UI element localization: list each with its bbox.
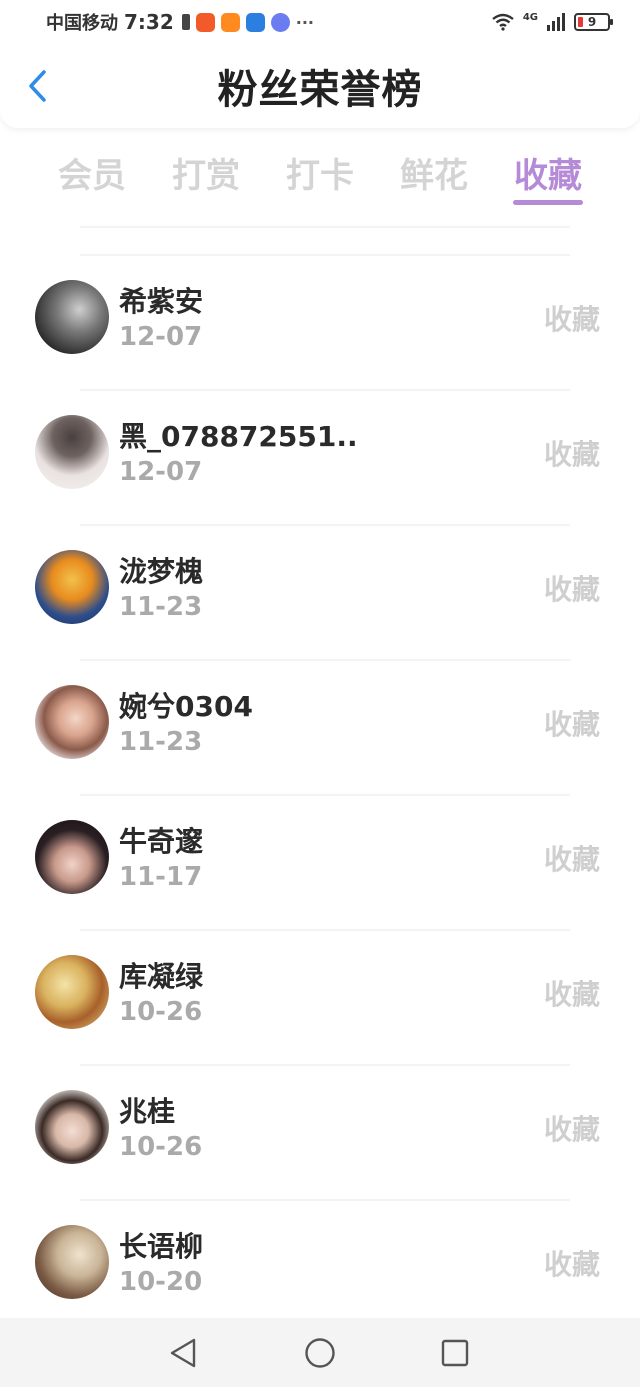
- chevron-left-icon: [29, 70, 46, 102]
- nav-back-button[interactable]: [166, 1336, 200, 1370]
- avatar[interactable]: [35, 280, 109, 354]
- favorite-date: 12-07: [119, 457, 203, 487]
- circle-home-icon: [305, 1338, 335, 1368]
- favorite-date: 12-07: [119, 322, 203, 352]
- avatar[interactable]: [35, 415, 109, 489]
- list-item[interactable]: 牛奇邃 11-17 收藏: [0, 794, 640, 929]
- tab-members[interactable]: 会员: [47, 148, 137, 197]
- divider: [80, 929, 570, 931]
- action-label: 收藏: [544, 1248, 601, 1281]
- avatar[interactable]: [35, 1090, 109, 1164]
- square-recents-icon: [441, 1339, 469, 1367]
- nav-home-button[interactable]: [303, 1336, 337, 1370]
- favorite-date: 10-26: [119, 997, 203, 1027]
- app-notification-icon: [195, 12, 215, 32]
- action-label: 收藏: [544, 438, 601, 471]
- user-name: 婉兮0304: [119, 690, 253, 723]
- user-name: 兆桂: [119, 1095, 176, 1128]
- divider: [80, 254, 570, 256]
- avatar[interactable]: [35, 550, 109, 624]
- divider: [80, 389, 570, 391]
- top-app-bar: 粉丝荣誉榜: [0, 44, 640, 128]
- avatar[interactable]: [35, 685, 109, 759]
- signal-icon: [547, 13, 565, 31]
- action-label: 收藏: [544, 843, 601, 876]
- action-label: 收藏: [544, 1113, 601, 1146]
- favorite-date: 11-23: [119, 727, 203, 757]
- divider: [80, 794, 570, 796]
- user-name: 黑_078872551...: [119, 420, 359, 453]
- user-name: 库凝绿: [119, 960, 204, 993]
- tab-rewards[interactable]: 打赏: [161, 148, 251, 197]
- action-label: 收藏: [544, 303, 601, 336]
- music-app-icon: [270, 12, 290, 32]
- carrier-label: 中国移动: [46, 13, 118, 34]
- user-name: 泷梦槐: [119, 555, 204, 588]
- triangle-back-icon: [170, 1338, 196, 1368]
- favorite-date: 11-17: [119, 862, 203, 892]
- user-name: 希紫安: [119, 285, 204, 318]
- network-type-label: 4G: [522, 11, 538, 23]
- divider: [80, 1064, 570, 1066]
- user-name: 长语柳: [119, 1230, 204, 1263]
- action-label: 收藏: [544, 978, 601, 1011]
- clock: 7:32: [124, 10, 174, 34]
- back-button[interactable]: [20, 66, 54, 106]
- tab-flowers[interactable]: 鲜花: [389, 148, 479, 197]
- list-item[interactable]: 黑_078872551... 12-07 收藏: [0, 389, 640, 524]
- list-item[interactable]: 希紫安 12-07 收藏: [0, 254, 640, 389]
- nav-recents-button[interactable]: [438, 1336, 472, 1370]
- notification-icons: ···: [181, 12, 314, 32]
- wifi-icon: [492, 13, 514, 31]
- favorite-date: 10-26: [119, 1132, 203, 1162]
- alert-icon: [181, 14, 190, 30]
- divider: [80, 524, 570, 526]
- divider: [80, 226, 570, 228]
- avatar[interactable]: [35, 1225, 109, 1299]
- favorite-date: 10-20: [119, 1267, 203, 1297]
- list-item[interactable]: 库凝绿 10-26 收藏: [0, 929, 640, 1064]
- favorite-date: 11-23: [119, 592, 203, 622]
- divider: [80, 659, 570, 661]
- page-title: 粉丝荣誉榜: [217, 67, 423, 113]
- action-label: 收藏: [544, 573, 601, 606]
- status-bar: 中国移动 7:32 ··· 4G 9: [0, 0, 640, 44]
- weather-app-icon: [245, 12, 265, 32]
- list-item[interactable]: 婉兮0304 11-23 收藏: [0, 659, 640, 794]
- battery-icon: 9: [574, 13, 613, 31]
- list-item[interactable]: 长语柳 10-20 收藏: [0, 1199, 640, 1334]
- fan-list: 希紫安 12-07 收藏 黑_078872551... 12-07 收藏 泷梦槐…: [0, 254, 640, 1334]
- divider: [80, 1199, 570, 1201]
- user-name: 牛奇邃: [119, 825, 204, 858]
- tab-bar: 会员 打赏 打卡 鲜花 收藏: [0, 140, 640, 210]
- more-notifications-icon: ···: [295, 12, 314, 32]
- tab-checkin[interactable]: 打卡: [275, 148, 365, 197]
- video-app-icon: [220, 12, 240, 32]
- list-item[interactable]: 兆桂 10-26 收藏: [0, 1064, 640, 1199]
- battery-level: 9: [587, 15, 597, 29]
- action-label: 收藏: [544, 708, 601, 741]
- list-item[interactable]: 泷梦槐 11-23 收藏: [0, 524, 640, 659]
- tab-favorites[interactable]: 收藏: [503, 148, 593, 197]
- active-tab-indicator: [513, 200, 583, 205]
- avatar[interactable]: [35, 820, 109, 894]
- system-navigation-bar: [0, 1318, 640, 1387]
- avatar[interactable]: [35, 955, 109, 1029]
